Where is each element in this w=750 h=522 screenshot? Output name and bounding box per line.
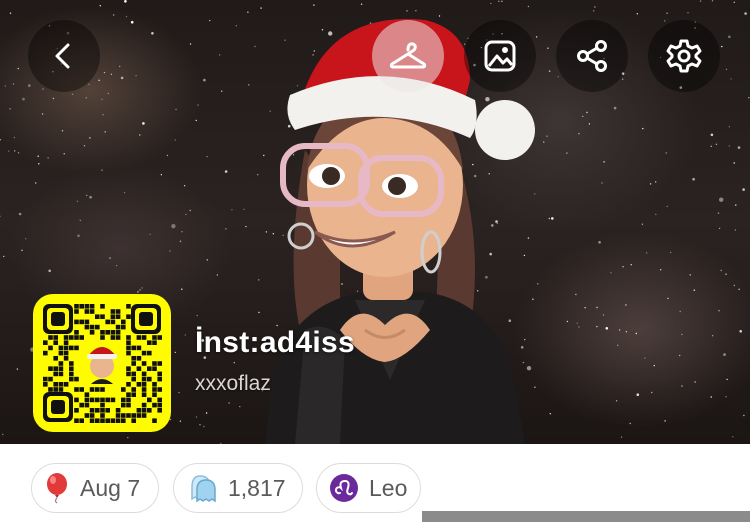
settings-button[interactable] xyxy=(648,20,720,92)
bottom-sheet-edge xyxy=(422,511,750,522)
friends-pill[interactable]: 1,817 xyxy=(173,463,303,513)
hanger-icon xyxy=(388,40,428,72)
display-name: İnst:ad4iss xyxy=(195,326,356,359)
share-button[interactable] xyxy=(556,20,628,92)
zodiac-pill[interactable]: Leo xyxy=(316,463,421,513)
leo-icon xyxy=(329,473,359,503)
username: xxxoflaz xyxy=(195,372,271,395)
outfit-button[interactable] xyxy=(372,20,444,92)
snapcode[interactable] xyxy=(33,294,171,432)
chevron-left-icon xyxy=(50,42,78,70)
back-button[interactable] xyxy=(28,20,100,92)
snapcode-pattern xyxy=(43,304,162,423)
zodiac-label: Leo xyxy=(369,474,408,501)
friends-count: 1,817 xyxy=(228,474,286,501)
balloon-icon xyxy=(44,472,70,504)
birthday-label: Aug 7 xyxy=(80,474,141,501)
background-button[interactable] xyxy=(464,20,536,92)
birthday-pill[interactable]: Aug 7 xyxy=(31,463,159,513)
image-icon xyxy=(483,39,517,73)
gear-icon xyxy=(666,38,702,74)
share-icon xyxy=(574,38,610,74)
ghosts-icon xyxy=(188,472,218,504)
